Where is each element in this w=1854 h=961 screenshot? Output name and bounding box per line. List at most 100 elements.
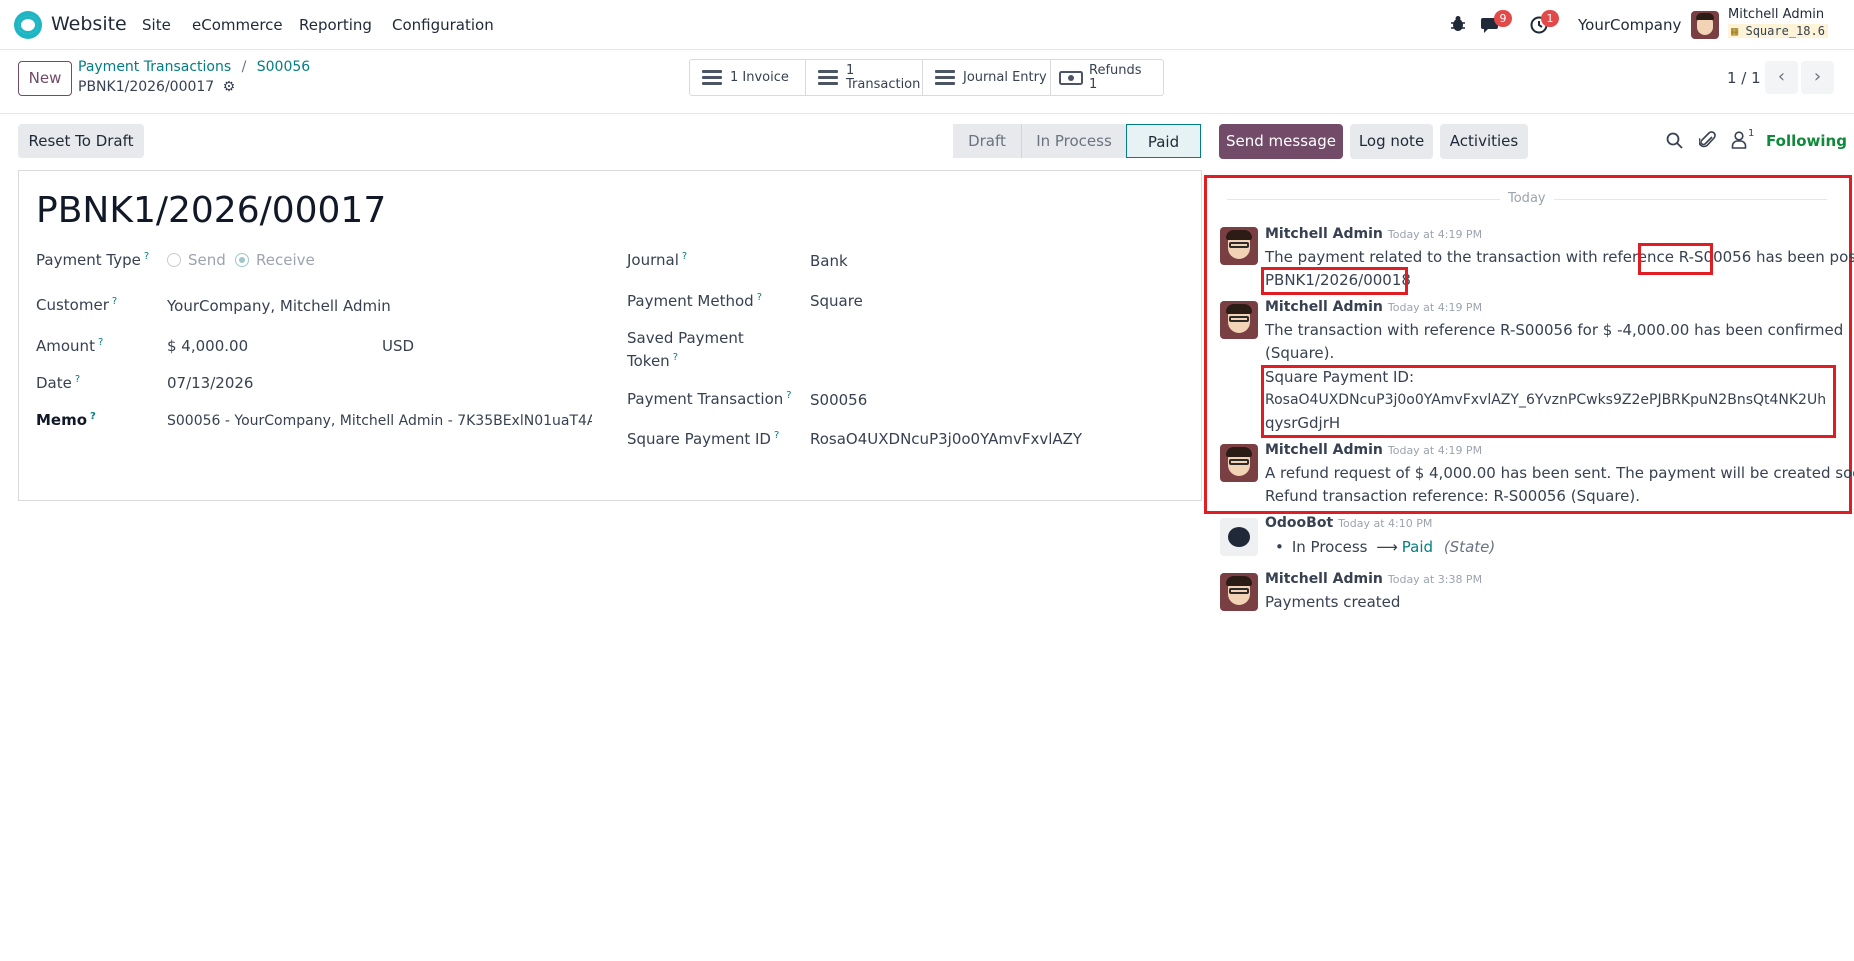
help-icon[interactable]: ? (774, 430, 779, 441)
breadcrumb-payment-transactions[interactable]: Payment Transactions (78, 59, 231, 75)
message-2-line1: The transaction with reference R-S00056 … (1265, 321, 1844, 339)
followers-user-icon[interactable] (1731, 131, 1747, 149)
list-icon (935, 69, 955, 86)
date-label: Date? (36, 374, 80, 392)
memo-value[interactable]: S00056 - YourCompany, Mitchell Admin - 7… (167, 413, 592, 429)
message-author[interactable]: OdooBot Today at 4:10 PM (1265, 515, 1432, 531)
breadcrumb-s00056[interactable]: S00056 (257, 59, 310, 75)
payment-type-send[interactable]: Send (167, 251, 226, 269)
help-icon[interactable]: ? (682, 251, 687, 262)
date-value[interactable]: 07/13/2026 (167, 374, 253, 392)
radio-send[interactable] (167, 253, 181, 267)
paperclip-icon[interactable] (1699, 131, 1717, 150)
debug-bug-icon[interactable] (1450, 15, 1466, 32)
reset-to-draft-button[interactable]: Reset To Draft (18, 124, 144, 158)
invoice-smart-button[interactable]: 1 Invoice (690, 60, 806, 95)
smart-buttons: 1 Invoice 1 Transaction Journal Entry Re… (689, 59, 1164, 96)
saved-token-label-line2: Token? (627, 352, 678, 370)
following-button[interactable]: Following (1766, 132, 1847, 150)
author-name[interactable]: OdooBot (1265, 515, 1333, 531)
date-label-text: Date (36, 374, 72, 392)
invoice-smart-label: 1 Invoice (730, 70, 789, 85)
odoo-logo-icon[interactable] (14, 11, 42, 39)
send-message-button[interactable]: Send message (1219, 124, 1343, 159)
refunds-label: Refunds (1089, 62, 1142, 78)
payment-type-label: Payment Type? (36, 251, 149, 269)
refunds-smart-button[interactable]: Refunds 1 (1051, 60, 1163, 95)
database-icon: ▦ (1731, 24, 1739, 38)
highlight-box-square-id (1261, 365, 1836, 438)
help-icon[interactable]: ? (757, 292, 762, 303)
author-name[interactable]: Mitchell Admin (1265, 226, 1383, 242)
help-icon[interactable]: ? (75, 374, 80, 385)
payment-transaction-label-text: Payment Transaction (627, 390, 784, 408)
tracking-value: • In Process ⟶ Paid (State) (1275, 536, 1495, 559)
transaction-smart-button[interactable]: 1 Transaction (806, 60, 923, 95)
status-paid[interactable]: Paid (1126, 124, 1201, 158)
currency-value[interactable]: USD (382, 337, 414, 355)
company-switcher[interactable]: YourCompany (1578, 16, 1681, 34)
pager-value[interactable]: 1 / 1 (1727, 69, 1761, 87)
menu-reporting[interactable]: Reporting (299, 16, 372, 34)
author-name[interactable]: Mitchell Admin (1265, 299, 1383, 315)
new-button[interactable]: New (18, 61, 72, 96)
menu-ecommerce[interactable]: eCommerce (192, 16, 283, 34)
author-avatar[interactable] (1220, 227, 1258, 265)
pager-previous-icon[interactable]: ‹ (1765, 61, 1798, 94)
chat-badge: 9 (1494, 10, 1512, 27)
payment-transaction-value[interactable]: S00056 (810, 391, 867, 409)
app-name[interactable]: Website (51, 13, 127, 35)
menu-configuration[interactable]: Configuration (392, 16, 494, 34)
author-avatar[interactable] (1220, 444, 1258, 482)
payment-type-receive[interactable]: Receive (235, 251, 315, 269)
message-author[interactable]: Mitchell Admin Today at 3:38 PM (1265, 571, 1482, 587)
square-payment-id-label-text: Square Payment ID (627, 430, 771, 448)
search-icon[interactable] (1666, 132, 1683, 149)
help-icon[interactable]: ? (144, 251, 149, 262)
refunds-count: 1 (1089, 76, 1098, 92)
payment-transaction-label: Payment Transaction? (627, 390, 792, 408)
pager-next-icon[interactable]: › (1801, 61, 1834, 94)
customer-label-text: Customer (36, 296, 109, 314)
message-author[interactable]: Mitchell Admin Today at 4:19 PM (1265, 442, 1482, 458)
journal-label: Journal? (627, 251, 687, 269)
help-icon[interactable]: ? (98, 337, 103, 348)
author-name[interactable]: Mitchell Admin (1265, 571, 1383, 587)
user-avatar[interactable] (1691, 11, 1719, 39)
customer-value[interactable]: YourCompany, Mitchell Admin (167, 297, 391, 315)
author-avatar[interactable] (1220, 573, 1258, 611)
payment-method-value[interactable]: Square (810, 292, 863, 310)
status-in-process[interactable]: In Process (1021, 124, 1126, 158)
menu-site[interactable]: Site (142, 16, 171, 34)
help-icon[interactable]: ? (112, 296, 117, 307)
breadcrumb-separator: / (241, 59, 247, 75)
user-name[interactable]: Mitchell Admin (1728, 7, 1824, 22)
database-name: ▦ Square_18.6 (1728, 24, 1828, 38)
payment-title: PBNK1/2026/00017 (36, 190, 387, 231)
author-avatar[interactable] (1220, 301, 1258, 339)
message-1-line1: The payment related to the transaction w… (1265, 246, 1854, 269)
message-author[interactable]: Mitchell Admin Today at 4:19 PM (1265, 299, 1482, 315)
message-author[interactable]: Mitchell Admin Today at 4:19 PM (1265, 226, 1482, 242)
activities-button[interactable]: Activities (1440, 124, 1528, 159)
journal-entry-smart-button[interactable]: Journal Entry (923, 60, 1051, 95)
author-name[interactable]: Mitchell Admin (1265, 442, 1383, 458)
transaction-count: 1 (846, 62, 855, 78)
help-icon[interactable]: ? (90, 411, 96, 422)
amount-value[interactable]: $ 4,000.00 (167, 337, 248, 355)
tracking-field: (State) (1443, 538, 1496, 556)
status-draft[interactable]: Draft (953, 124, 1021, 158)
square-payment-id-label: Square Payment ID? (627, 430, 779, 448)
help-icon[interactable]: ? (786, 390, 791, 401)
log-note-button[interactable]: Log note (1350, 124, 1433, 159)
help-icon[interactable]: ? (673, 352, 678, 363)
odoobot-avatar[interactable] (1220, 518, 1258, 556)
list-icon (702, 69, 722, 86)
highlight-box-payment-link (1261, 267, 1408, 295)
message-time: Today at 4:19 PM (1387, 228, 1483, 241)
gear-icon[interactable]: ⚙ (223, 79, 236, 95)
journal-value[interactable]: Bank (810, 252, 848, 270)
square-payment-id-value[interactable]: RosaO4UXDNcuP3j0o0YAmvFxvlAZY (810, 430, 1082, 448)
message-2-line2: (Square). (1265, 344, 1335, 362)
radio-receive[interactable] (235, 253, 249, 267)
